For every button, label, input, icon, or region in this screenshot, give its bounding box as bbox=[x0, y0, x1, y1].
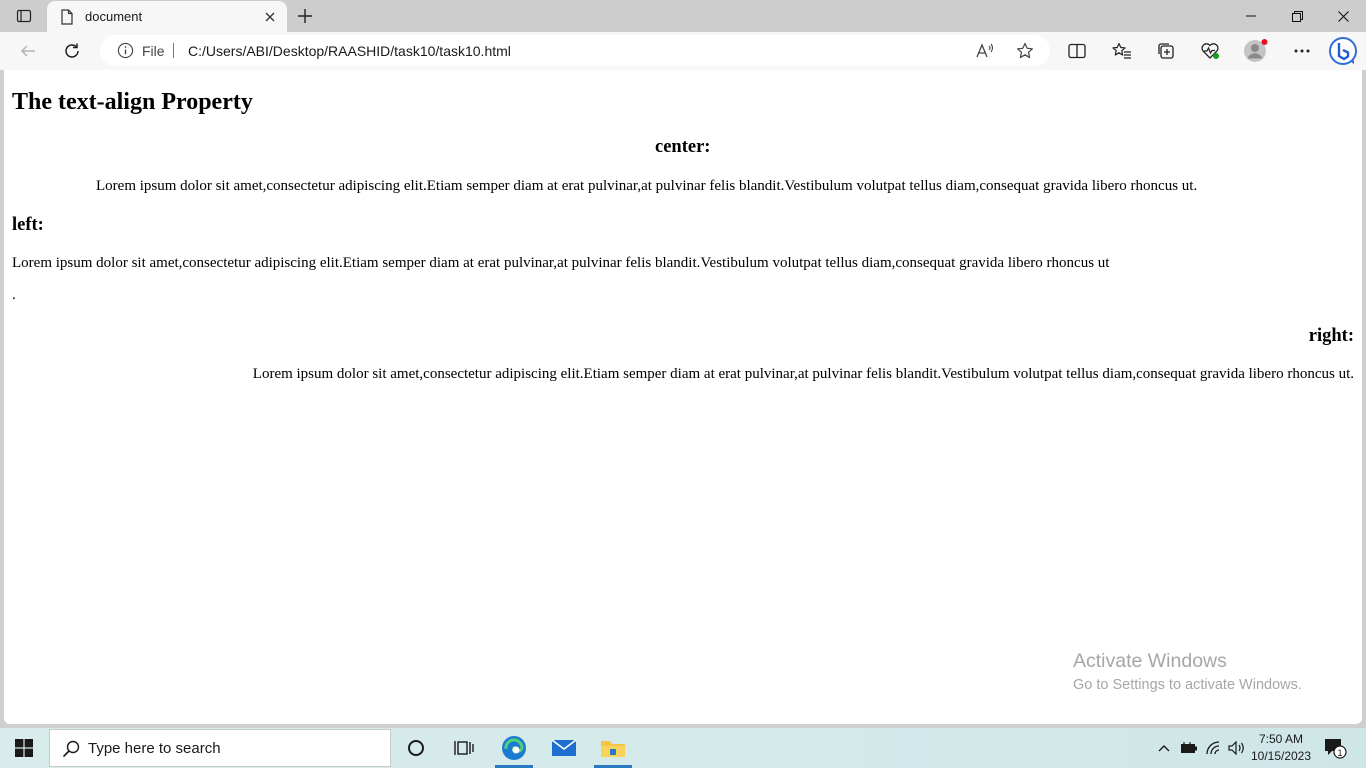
edge-icon bbox=[502, 736, 526, 760]
left-paragraph-trailing: . bbox=[12, 287, 16, 303]
refresh-button[interactable] bbox=[56, 35, 88, 67]
start-button[interactable] bbox=[0, 728, 48, 768]
tab-actions-button[interactable] bbox=[8, 4, 40, 28]
address-separator bbox=[173, 43, 174, 58]
close-window-button[interactable] bbox=[1320, 0, 1366, 32]
restore-icon bbox=[1291, 10, 1303, 22]
watermark-title: Activate Windows bbox=[1073, 650, 1227, 672]
left-paragraph: Lorem ipsum dolor sit amet,consectetur a… bbox=[12, 255, 1110, 271]
file-explorer-taskbar-button[interactable] bbox=[590, 728, 636, 768]
cortana-button[interactable] bbox=[393, 728, 439, 768]
split-screen-icon bbox=[1068, 43, 1086, 59]
tab-strip: document bbox=[0, 0, 1366, 32]
page-icon bbox=[59, 8, 75, 25]
minimize-icon bbox=[1246, 15, 1256, 17]
watermark-subtitle: Go to Settings to activate Windows. bbox=[1073, 677, 1302, 693]
notification-count: 1 bbox=[1337, 748, 1342, 758]
network-button[interactable] bbox=[1203, 728, 1225, 768]
page-title: The text-align Property bbox=[12, 89, 253, 115]
tab-actions-icon bbox=[16, 9, 32, 23]
favorites-button[interactable] bbox=[1106, 35, 1138, 67]
tab-title: document bbox=[85, 9, 143, 24]
restore-button[interactable] bbox=[1274, 0, 1320, 32]
speaker-icon bbox=[1228, 741, 1244, 755]
more-icon bbox=[1294, 49, 1310, 53]
right-paragraph: Lorem ipsum dolor sit amet,consectetur a… bbox=[252, 366, 1354, 382]
refresh-icon bbox=[65, 43, 79, 58]
mail-icon bbox=[551, 739, 577, 756]
new-tab-button[interactable] bbox=[292, 4, 318, 28]
volume-button[interactable] bbox=[1226, 728, 1248, 768]
star-icon bbox=[1017, 42, 1033, 59]
favorites-icon bbox=[1112, 42, 1131, 59]
address-bar[interactable]: File C:/Users/ABI/Desktop/RAASHID/task10… bbox=[100, 35, 1050, 66]
chevron-up-icon bbox=[1158, 745, 1170, 752]
profile-button[interactable] bbox=[1240, 35, 1272, 67]
collections-icon bbox=[1158, 43, 1174, 59]
center-heading: center: bbox=[655, 137, 711, 157]
clock-time: 7:50 AM bbox=[1258, 732, 1304, 746]
url-text[interactable]: C:/Users/ABI/Desktop/RAASHID/task10/task… bbox=[188, 43, 511, 59]
minimize-button[interactable] bbox=[1228, 0, 1274, 32]
close-icon bbox=[265, 12, 275, 21]
plus-icon bbox=[298, 9, 312, 23]
performance-button[interactable] bbox=[1194, 35, 1226, 67]
mail-taskbar-button[interactable] bbox=[541, 728, 587, 768]
task-view-icon bbox=[454, 741, 474, 755]
edge-taskbar-button[interactable] bbox=[491, 728, 537, 768]
add-favorite-button[interactable] bbox=[1013, 39, 1037, 63]
page-viewport: The text-align Property center: Lorem ip… bbox=[4, 70, 1362, 724]
back-button[interactable] bbox=[12, 35, 44, 67]
taskbar: Type here to search 7:50 AM 10/15/2023 1 bbox=[0, 728, 1366, 768]
activation-watermark: Activate Windows Go to Settings to activ… bbox=[1073, 650, 1302, 693]
copilot-button[interactable] bbox=[1327, 35, 1359, 67]
search-icon bbox=[62, 740, 80, 758]
battery-button[interactable] bbox=[1178, 728, 1200, 768]
battery-icon bbox=[1181, 742, 1197, 753]
search-placeholder: Type here to search bbox=[88, 740, 221, 757]
avatar-icon bbox=[1244, 39, 1268, 62]
windows-logo-icon bbox=[15, 739, 33, 757]
scheme-label: File bbox=[142, 43, 165, 59]
notification-center-button[interactable]: 1 bbox=[1320, 728, 1350, 768]
close-tab-button[interactable] bbox=[259, 6, 281, 28]
cortana-icon bbox=[408, 740, 424, 756]
heartbeat-icon bbox=[1201, 43, 1219, 59]
show-hidden-icons-button[interactable] bbox=[1154, 728, 1174, 768]
settings-more-button[interactable] bbox=[1286, 35, 1318, 67]
folder-icon bbox=[601, 741, 625, 757]
browser-toolbar: File C:/Users/ABI/Desktop/RAASHID/task10… bbox=[0, 32, 1366, 70]
read-aloud-button[interactable] bbox=[973, 39, 997, 63]
read-aloud-icon bbox=[976, 43, 994, 58]
info-icon[interactable] bbox=[117, 42, 134, 59]
bing-icon bbox=[1329, 37, 1357, 65]
system-clock[interactable]: 7:50 AM 10/15/2023 bbox=[1246, 731, 1316, 765]
active-tab[interactable]: document bbox=[47, 1, 287, 32]
clock-date: 10/15/2023 bbox=[1250, 749, 1312, 763]
taskbar-search-box[interactable]: Type here to search bbox=[49, 729, 391, 767]
wifi-icon bbox=[1206, 741, 1220, 755]
task-view-button[interactable] bbox=[441, 728, 487, 768]
split-screen-button[interactable] bbox=[1061, 35, 1093, 67]
left-heading: left: bbox=[12, 215, 44, 235]
center-paragraph: Lorem ipsum dolor sit amet,consectetur a… bbox=[96, 178, 1198, 194]
close-window-icon bbox=[1337, 10, 1349, 22]
collections-button[interactable] bbox=[1150, 35, 1182, 67]
notification-icon: 1 bbox=[1325, 739, 1347, 759]
right-heading: right: bbox=[1308, 326, 1354, 346]
back-arrow-icon bbox=[20, 45, 35, 57]
